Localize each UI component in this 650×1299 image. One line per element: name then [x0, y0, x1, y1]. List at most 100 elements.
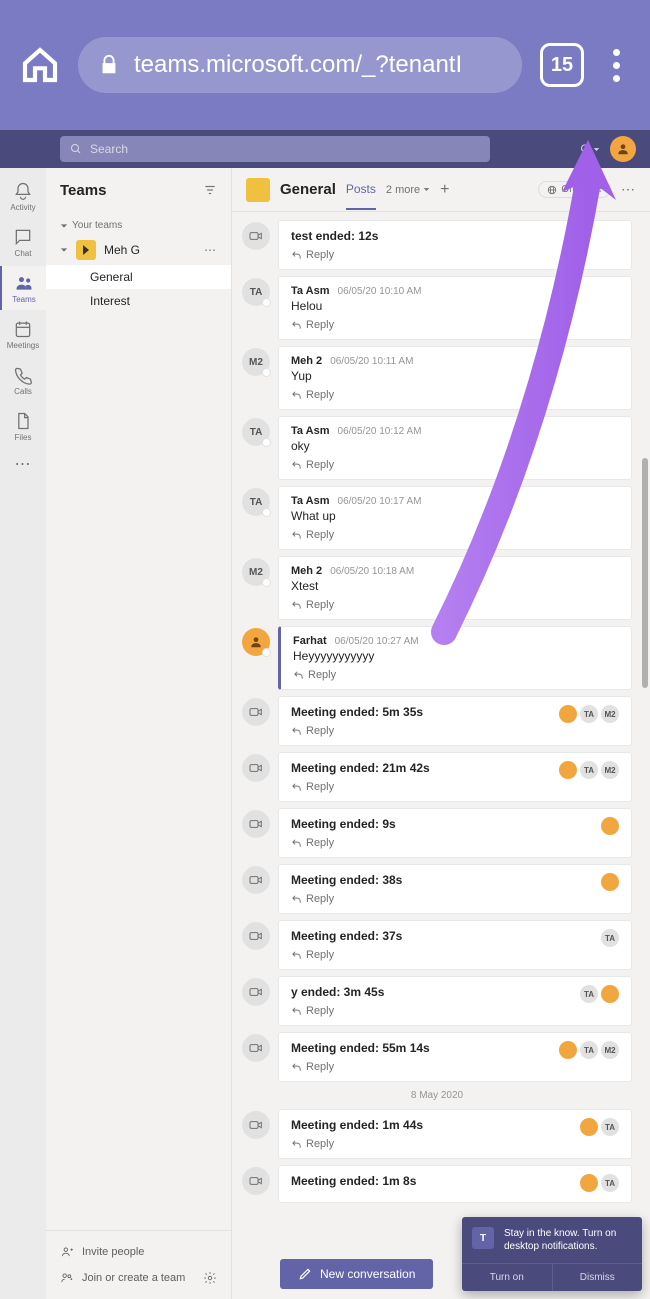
user-avatar: M2	[242, 558, 270, 586]
tab-count[interactable]: 15	[540, 43, 584, 87]
reply-button[interactable]: Reply	[291, 319, 619, 331]
turn-on-button[interactable]: Turn on	[462, 1264, 553, 1291]
team-item[interactable]: Meh G ⋯	[46, 235, 231, 265]
people-add-icon	[60, 1271, 74, 1285]
channel-avatar	[246, 178, 270, 202]
message-card[interactable]: Ta Asm06/05/20 10:10 AMHelouReply	[278, 276, 632, 340]
meeting-icon	[242, 866, 270, 894]
home-icon[interactable]	[20, 45, 60, 85]
reply-button[interactable]: Reply	[293, 669, 619, 681]
gear-icon[interactable]	[203, 1271, 217, 1285]
date-divider: 8 May 2020	[242, 1090, 632, 1101]
message-row: TAMeeting ended: 1m 8s	[242, 1165, 632, 1203]
person-add-icon	[60, 1245, 74, 1259]
message-row: test ended: 12sReply	[242, 220, 632, 270]
rail-files[interactable]: Files	[0, 404, 46, 448]
browser-chrome: teams.microsoft.com/_?tenantI 15	[0, 0, 650, 130]
meeting-icon	[242, 754, 270, 782]
notification-popup: T Stay in the know. Turn on desktop noti…	[462, 1217, 642, 1291]
channel-more-icon[interactable]: ⋯	[621, 181, 636, 198]
reply-button[interactable]: Reply	[291, 893, 619, 905]
reply-button[interactable]: Reply	[291, 837, 619, 849]
message-row: TATa Asm06/05/20 10:17 AMWhat upReply	[242, 486, 632, 550]
rail-meetings[interactable]: Meetings	[0, 312, 46, 356]
message-card[interactable]: Meeting ended: 38sReply	[278, 864, 632, 914]
rail-more-icon[interactable]: ⋯	[15, 454, 32, 474]
add-tab-icon[interactable]: +	[440, 181, 449, 199]
search-input[interactable]: Search	[60, 136, 490, 162]
message-card[interactable]: TAMeeting ended: 37sReply	[278, 920, 632, 970]
search-placeholder: Search	[90, 142, 128, 156]
teams-logo-icon: T	[472, 1227, 494, 1249]
message-row: TATa Asm06/05/20 10:10 AMHelouReply	[242, 276, 632, 340]
channel-content: General Posts 2 more + Org-wide ⋯ test e…	[232, 168, 650, 1299]
url-bar[interactable]: teams.microsoft.com/_?tenantI	[78, 37, 522, 93]
invite-people[interactable]: Invite people	[46, 1239, 231, 1265]
profile-avatar[interactable]	[610, 136, 636, 162]
new-conversation-button[interactable]: New conversation	[280, 1259, 433, 1289]
caret-down-icon	[60, 222, 68, 230]
reply-button[interactable]: Reply	[291, 599, 619, 611]
rail-chat[interactable]: Chat	[0, 220, 46, 264]
rail-teams[interactable]: Teams	[0, 266, 46, 310]
message-row: Meeting ended: 38sReply	[242, 864, 632, 914]
message-card[interactable]: Ta Asm06/05/20 10:17 AMWhat upReply	[278, 486, 632, 550]
meeting-icon	[242, 978, 270, 1006]
message-card[interactable]: Meh 206/05/20 10:11 AMYupReply	[278, 346, 632, 410]
search-icon	[70, 143, 82, 155]
reply-button[interactable]: Reply	[291, 781, 619, 793]
sidebar-title: Teams	[60, 182, 106, 199]
reply-button[interactable]: Reply	[291, 725, 619, 737]
dismiss-button[interactable]: Dismiss	[553, 1264, 643, 1291]
message-card[interactable]: Meeting ended: 9sReply	[278, 808, 632, 858]
section-your-teams[interactable]: Your teams	[46, 216, 231, 235]
channel-interest[interactable]: Interest	[46, 289, 231, 313]
browser-menu-icon[interactable]	[602, 49, 630, 82]
meeting-icon	[242, 1111, 270, 1139]
message-card[interactable]: Ta Asm06/05/20 10:12 AMokyReply	[278, 416, 632, 480]
chevron-down-icon	[593, 146, 600, 153]
meeting-icon	[242, 222, 270, 250]
meeting-icon	[242, 922, 270, 950]
user-avatar	[242, 628, 270, 656]
meeting-icon	[242, 810, 270, 838]
org-selector[interactable]: G	[580, 143, 600, 155]
reply-button[interactable]: Reply	[291, 459, 619, 471]
message-card[interactable]: TAMeeting ended: 1m 44sReply	[278, 1109, 632, 1159]
lock-icon	[98, 54, 120, 76]
message-row: Farhat06/05/20 10:27 AMHeyyyyyyyyyyyRepl…	[242, 626, 632, 690]
message-card[interactable]: TAM2Meeting ended: 55m 14sReply	[278, 1032, 632, 1082]
scrollbar[interactable]	[642, 458, 648, 688]
tab-more[interactable]: 2 more	[386, 184, 430, 196]
reply-button[interactable]: Reply	[291, 1005, 619, 1017]
message-card[interactable]: Meh 206/05/20 10:18 AMXtestReply	[278, 556, 632, 620]
message-card[interactable]: Farhat06/05/20 10:27 AMHeyyyyyyyyyyyRepl…	[278, 626, 632, 690]
rail-calls[interactable]: Calls	[0, 358, 46, 402]
reply-button[interactable]: Reply	[291, 1138, 619, 1150]
reply-button[interactable]: Reply	[291, 249, 619, 261]
message-card[interactable]: TAMeeting ended: 1m 8s	[278, 1165, 632, 1203]
tab-posts[interactable]: Posts	[346, 182, 376, 210]
channel-title: General	[280, 181, 336, 198]
chevron-down-icon	[423, 186, 430, 193]
reply-button[interactable]: Reply	[291, 389, 619, 401]
join-create-team[interactable]: Join or create a team	[46, 1265, 231, 1291]
message-row: TAM2Meeting ended: 5m 35sReply	[242, 696, 632, 746]
meeting-icon	[242, 698, 270, 726]
reply-button[interactable]: Reply	[291, 529, 619, 541]
channel-general[interactable]: General	[46, 265, 231, 289]
message-card[interactable]: TAy ended: 3m 45sReply	[278, 976, 632, 1026]
filter-icon[interactable]	[203, 183, 217, 197]
rail-activity[interactable]: Activity	[0, 174, 46, 218]
org-wide-badge[interactable]: Org-wide	[538, 181, 611, 198]
message-card[interactable]: TAM2Meeting ended: 5m 35sReply	[278, 696, 632, 746]
meeting-icon	[242, 1167, 270, 1195]
reply-button[interactable]: Reply	[291, 1061, 619, 1073]
meeting-icon	[242, 1034, 270, 1062]
message-card[interactable]: test ended: 12sReply	[278, 220, 632, 270]
message-card[interactable]: TAM2Meeting ended: 21m 42sReply	[278, 752, 632, 802]
team-more-icon[interactable]: ⋯	[204, 243, 217, 257]
globe-icon	[547, 185, 557, 195]
reply-button[interactable]: Reply	[291, 949, 619, 961]
message-row: TATa Asm06/05/20 10:12 AMokyReply	[242, 416, 632, 480]
